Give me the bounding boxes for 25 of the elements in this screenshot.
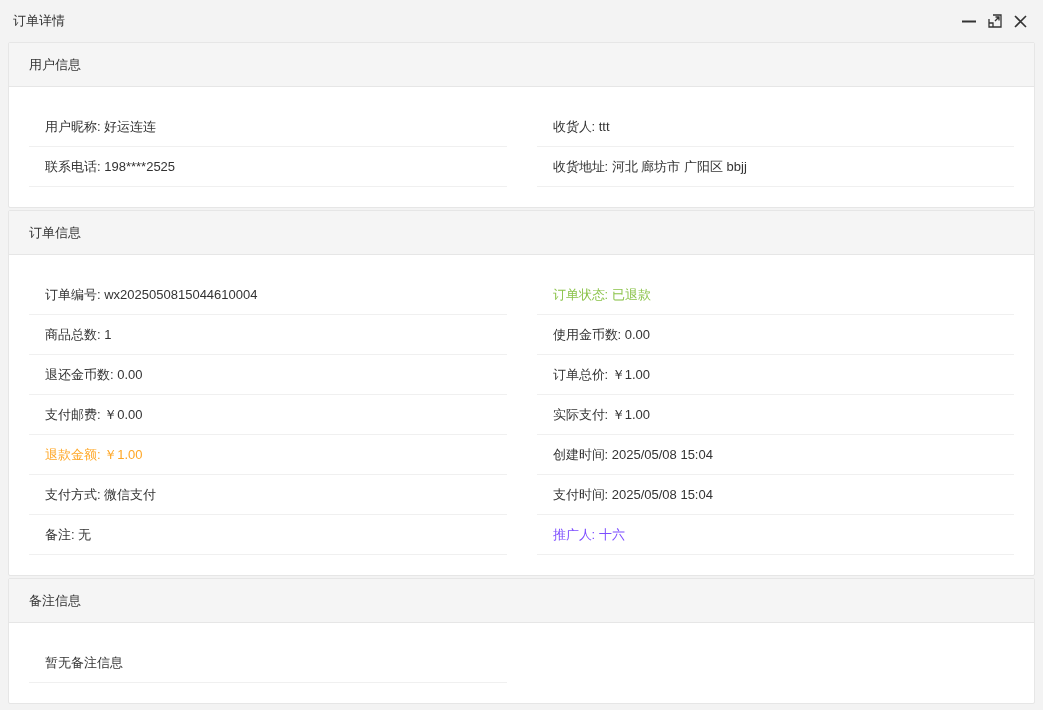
close-icon[interactable] <box>1014 14 1027 28</box>
info-text: 订单总价: ￥1.00 <box>552 365 651 384</box>
info-text: 推广人: 十六 <box>552 525 625 544</box>
maximize-icon[interactable] <box>988 14 1002 28</box>
section-header: 备注信息 <box>9 579 1034 623</box>
info-text: 退还金币数: 0.00 <box>45 365 143 384</box>
info-text: 订单状态: 已退款 <box>552 285 651 304</box>
window-title: 订单详情 <box>13 12 65 31</box>
info-text: 创建时间: 2025/05/08 15:04 <box>552 445 713 464</box>
info-text: 实际支付: ￥1.00 <box>552 405 651 424</box>
section-header: 订单信息 <box>9 211 1034 255</box>
info-text: 备注: 无 <box>45 525 92 544</box>
info-text: 商品总数: 1 <box>45 325 112 344</box>
info-text: 订单编号: wx2025050815044610004 <box>45 285 258 304</box>
info-text: 暂无备注信息 <box>45 653 123 672</box>
info-text: 用户昵称: 好运连连 <box>45 117 157 136</box>
info-text: 退款金额: ￥1.00 <box>45 445 143 464</box>
info-text: 支付邮费: ￥0.00 <box>45 405 143 424</box>
info-text: 使用金币数: 0.00 <box>552 325 651 344</box>
info-text: 联系电话: 198****2525 <box>45 157 176 176</box>
info-text: 支付时间: 2025/05/08 15:04 <box>552 485 713 504</box>
info-text: 支付方式: 微信支付 <box>45 485 157 504</box>
info-text: 收货人: ttt <box>552 117 610 136</box>
section-header: 用户信息 <box>9 43 1034 87</box>
info-text: 收货地址: 河北 廊坊市 广阳区 bbjj <box>552 157 747 176</box>
